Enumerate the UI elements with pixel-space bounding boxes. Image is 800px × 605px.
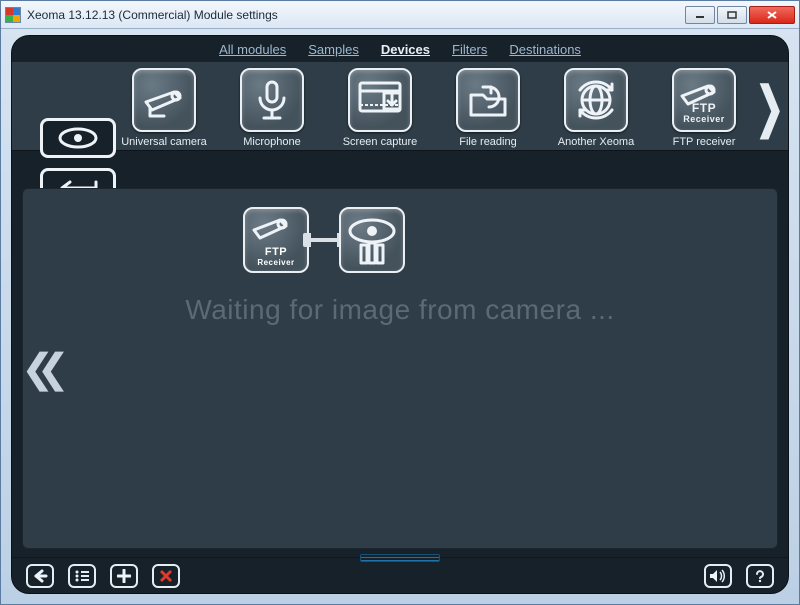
module-label: Microphone: [228, 136, 316, 148]
resize-grip[interactable]: [360, 554, 440, 562]
titlebar[interactable]: Xeoma 13.12.13 (Commercial) Module setti…: [1, 1, 799, 29]
preview-archive-icon: [345, 213, 399, 267]
tab-filters[interactable]: Filters: [452, 42, 487, 57]
module-label: FTP receiver: [660, 136, 748, 148]
module-label: Universal camera: [120, 136, 208, 148]
maximize-button[interactable]: [717, 6, 747, 24]
pipeline: FTP Receiver: [243, 207, 405, 273]
tab-samples[interactable]: Samples: [308, 42, 359, 57]
module-strip: Universal camera Microphone: [12, 61, 788, 151]
module-universal-camera[interactable]: Universal camera: [120, 68, 208, 148]
scroll-right-modules[interactable]: ❯: [756, 76, 785, 140]
module-screen-capture[interactable]: Screen capture: [336, 68, 424, 148]
pipeline-connector: [309, 238, 339, 242]
preview-button[interactable]: [40, 118, 116, 158]
module-label: Another Xeoma: [552, 136, 640, 148]
waiting-text: Waiting for image from camera ...: [23, 294, 777, 326]
x-icon: [159, 569, 173, 583]
svg-text:Receiver: Receiver: [683, 114, 725, 124]
plus-icon: [117, 569, 131, 583]
file-reading-icon: [465, 79, 511, 121]
pipeline-node-ftp-receiver[interactable]: FTP Receiver: [243, 207, 309, 273]
eye-icon: [56, 126, 100, 150]
close-button[interactable]: [749, 6, 795, 24]
module-file-reading[interactable]: File reading: [444, 68, 532, 148]
add-button[interactable]: [110, 564, 138, 588]
svg-text:FTP: FTP: [692, 101, 716, 115]
bottom-toolbar: [12, 557, 788, 593]
speaker-icon: [709, 569, 727, 583]
module-microphone[interactable]: Microphone: [228, 68, 316, 148]
ftp-receiver-icon: [250, 212, 302, 246]
back-nav-button[interactable]: [26, 564, 54, 588]
help-button[interactable]: [746, 564, 774, 588]
module-label: Screen capture: [336, 136, 424, 148]
module-another-xeoma[interactable]: Another Xeoma: [552, 68, 640, 148]
ftp-receiver-icon: FTP Receiver: [678, 76, 730, 124]
window-frame: Xeoma 13.12.13 (Commercial) Module setti…: [0, 0, 800, 605]
app-body: All modules Samples Devices Filters Dest…: [11, 35, 789, 594]
camera-icon: [140, 80, 188, 120]
screen-capture-icon: [356, 79, 404, 121]
module-label: File reading: [444, 136, 532, 148]
canvas[interactable]: ❮❮ FTP Receiver: [22, 188, 778, 549]
tab-devices[interactable]: Devices: [381, 42, 430, 57]
pipeline-node-preview[interactable]: [339, 207, 405, 273]
tab-all-modules[interactable]: All modules: [219, 42, 286, 57]
globe-sync-icon: [572, 76, 620, 124]
module-ftp-receiver[interactable]: FTP Receiver FTP receiver: [660, 68, 748, 148]
node-label-line1: FTP: [265, 246, 287, 258]
window-title: Xeoma 13.12.13 (Commercial) Module setti…: [27, 8, 278, 22]
tabs: All modules Samples Devices Filters Dest…: [12, 36, 788, 61]
minimize-button[interactable]: [685, 6, 715, 24]
app-icon: [5, 7, 21, 23]
list-button[interactable]: [68, 564, 96, 588]
scroll-left-canvas[interactable]: ❮❮: [21, 346, 52, 392]
delete-button[interactable]: [152, 564, 180, 588]
arrow-left-icon: [32, 569, 48, 583]
question-icon: [753, 569, 767, 583]
tab-destinations[interactable]: Destinations: [509, 42, 581, 57]
microphone-icon: [250, 78, 294, 122]
list-icon: [74, 569, 90, 583]
sound-button[interactable]: [704, 564, 732, 588]
node-label-line2: Receiver: [257, 258, 294, 267]
